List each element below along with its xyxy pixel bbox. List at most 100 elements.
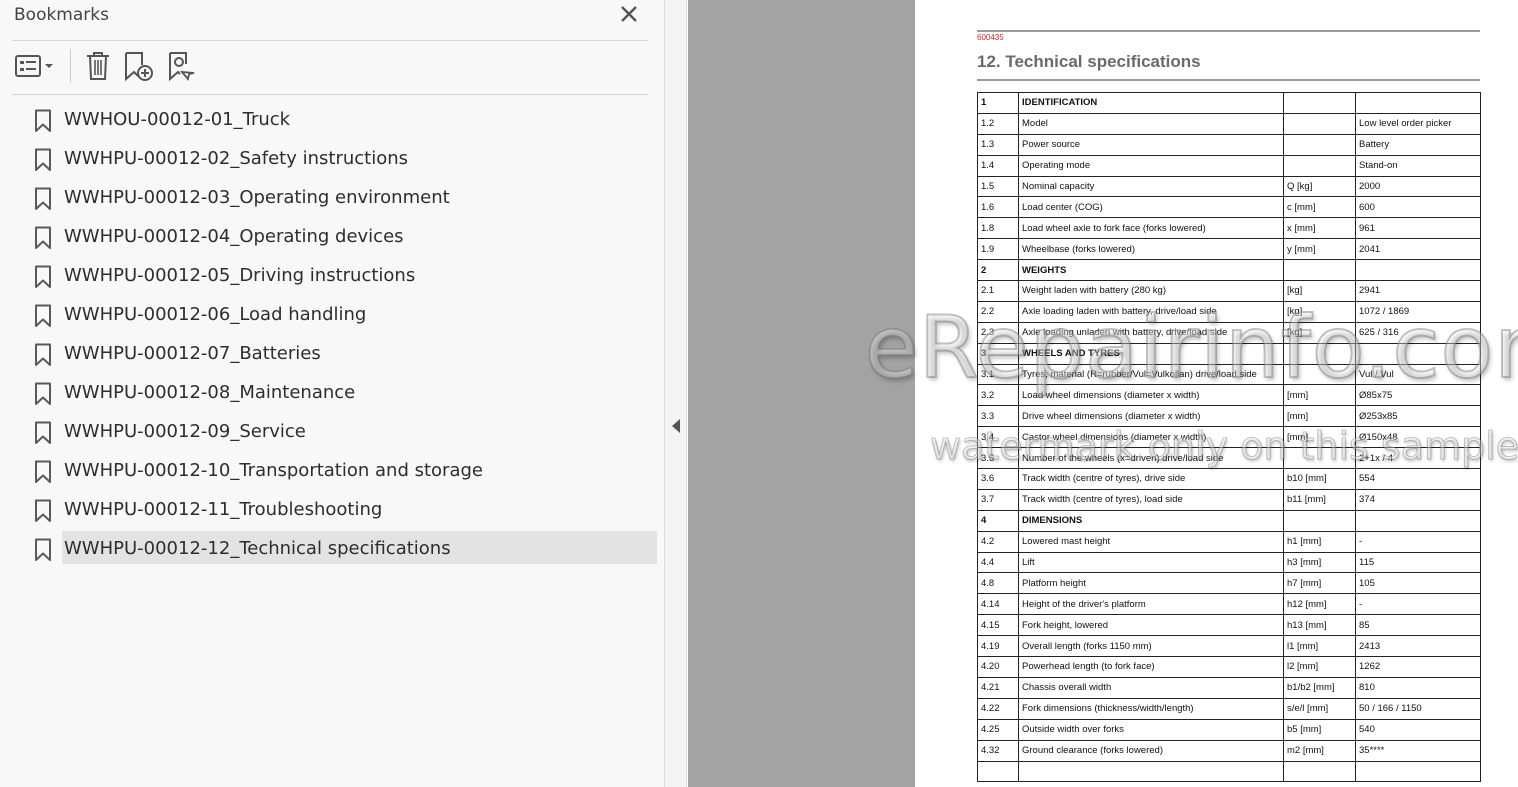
spec-row: 1.6 Load center (COG) c [mm] 600 bbox=[977, 196, 1481, 219]
bookmark-item[interactable]: WWHPU-00012-06_Load handling bbox=[0, 296, 665, 335]
spec-cell-desc: Power source bbox=[1018, 133, 1284, 156]
delete-bookmark-button[interactable] bbox=[83, 49, 113, 83]
spec-cell-no: 1.8 bbox=[977, 217, 1019, 240]
spec-cell-value: Ø85x75 bbox=[1355, 384, 1481, 407]
add-bookmark-button[interactable] bbox=[121, 49, 157, 83]
spec-cell-value bbox=[1355, 259, 1481, 282]
spec-cell-no: 1.3 bbox=[977, 133, 1019, 156]
bookmark-item[interactable]: WWHPU-00012-05_Driving instructions bbox=[0, 257, 665, 296]
spec-cell-unit: [mm] bbox=[1283, 426, 1356, 449]
document-page: 600435 12. Technical specifications 1 IDE… bbox=[915, 0, 1518, 787]
spec-cell-no: 4.20 bbox=[977, 656, 1019, 678]
spec-cell-no: 4.22 bbox=[977, 697, 1019, 720]
spec-cell-desc: Chassis overall width bbox=[1018, 676, 1284, 699]
spec-cell-no: 1.6 bbox=[977, 196, 1019, 219]
bookmark-label: WWHPU-00012-03_Operating environment bbox=[64, 187, 450, 208]
spec-cell-no: 3 bbox=[977, 342, 1019, 365]
spec-cell-unit: [kg] bbox=[1283, 300, 1356, 323]
bookmark-item[interactable]: WWHOU-00012-01_Truck bbox=[0, 101, 665, 140]
spec-cell-unit: [mm] bbox=[1283, 405, 1356, 428]
spec-cell-desc: Fork dimensions (thickness/width/length) bbox=[1018, 697, 1284, 720]
spec-cell-value: Ø253x85 bbox=[1355, 405, 1481, 428]
doc-top-rule bbox=[977, 30, 1480, 32]
spec-cell-no: 1.4 bbox=[977, 154, 1019, 177]
bookmark-item[interactable]: WWHPU-00012-09_Service bbox=[0, 413, 665, 452]
spec-row: 4.2 Lowered mast height h1 [mm] - bbox=[977, 530, 1481, 553]
spec-cell-desc: Drive wheel dimensions (diameter x width… bbox=[1018, 405, 1284, 428]
spec-cell-unit bbox=[1283, 447, 1356, 470]
spec-row: 4.8 Platform height h7 [mm] 105 bbox=[977, 572, 1481, 595]
spec-cell-value bbox=[1355, 342, 1481, 365]
spec-cell-value: Low level order picker bbox=[1355, 112, 1481, 135]
spec-cell-desc: WEIGHTS bbox=[1018, 259, 1284, 282]
spec-cell-desc: Lowered mast height bbox=[1018, 530, 1284, 553]
spec-cell-unit: c [mm] bbox=[1283, 196, 1356, 219]
bookmark-item[interactable]: WWHPU-00012-11_Troubleshooting bbox=[0, 491, 665, 530]
spec-cell-value: 600 bbox=[1355, 196, 1481, 219]
spec-row: 4.32 Ground clearance (forks lowered) m2 [… bbox=[977, 739, 1481, 762]
spec-cell-desc bbox=[1018, 760, 1284, 783]
bookmark-label: WWHPU-00012-05_Driving instructions bbox=[64, 265, 416, 286]
doc-heading: 12. Technical specifications bbox=[977, 52, 1201, 71]
close-panel-button[interactable] bbox=[617, 2, 641, 26]
spec-cell-desc: WHEELS AND TYRES bbox=[1018, 342, 1284, 365]
spec-cell-value: - bbox=[1355, 593, 1481, 616]
spec-cell-desc: Load wheel axle to fork face (forks lowe… bbox=[1018, 217, 1284, 240]
bookmark-item[interactable]: WWHPU-00012-08_Maintenance bbox=[0, 374, 665, 413]
spec-cell-no: 4.2 bbox=[977, 530, 1019, 553]
spec-cell-unit: h7 [mm] bbox=[1283, 572, 1356, 595]
bookmark-icon bbox=[35, 499, 51, 522]
spec-cell-unit bbox=[1283, 133, 1356, 156]
spec-row: 1.2 Model Low level order picker bbox=[977, 112, 1481, 135]
bookmark-item[interactable]: WWHPU-00012-07_Batteries bbox=[0, 335, 665, 374]
spec-cell-no: 3.5 bbox=[977, 447, 1019, 470]
spec-row: 4.4 Lift h3 [mm] 115 bbox=[977, 551, 1481, 574]
collapse-panel-icon[interactable] bbox=[672, 419, 680, 433]
bookmark-icon bbox=[35, 265, 51, 288]
spec-row: 3.1 Tyres, material (R=rubber/Vul=Vulkoll… bbox=[977, 363, 1481, 386]
bookmark-icon bbox=[35, 226, 51, 249]
bookmarks-toolbar bbox=[12, 47, 207, 85]
spec-row: 4.20 Powerhead length (to fork face) l2 [m… bbox=[977, 656, 1481, 678]
bookmark-label: WWHPU-00012-07_Batteries bbox=[64, 343, 321, 364]
bookmark-item[interactable]: WWHPU-00012-03_Operating environment bbox=[0, 179, 665, 218]
spec-cell-desc: Platform height bbox=[1018, 572, 1284, 595]
spec-cell-unit bbox=[1283, 112, 1356, 135]
spec-cell-unit: [mm] bbox=[1283, 384, 1356, 407]
bookmark-label: WWHPU-00012-04_Operating devices bbox=[64, 226, 404, 247]
bookmark-item[interactable]: WWHPU-00012-04_Operating devices bbox=[0, 218, 665, 257]
spec-cell-value: 961 bbox=[1355, 217, 1481, 240]
bookmark-item[interactable]: WWHPU-00012-10_Transportation and storag… bbox=[0, 452, 665, 491]
spec-cell-no: 4 bbox=[977, 509, 1019, 532]
options-menu-button[interactable] bbox=[12, 49, 56, 83]
spec-cell-desc: Ground clearance (forks lowered) bbox=[1018, 739, 1284, 762]
spec-cell-value: Battery bbox=[1355, 133, 1481, 156]
close-icon bbox=[621, 6, 637, 22]
spec-row: 3.7 Track width (centre of tyres), load s… bbox=[977, 488, 1481, 511]
spec-cell-unit: [kg] bbox=[1283, 280, 1356, 302]
spec-cell-value: 810 bbox=[1355, 676, 1481, 699]
bookmark-label: WWHPU-00012-09_Service bbox=[64, 421, 306, 442]
panel-splitter[interactable] bbox=[665, 0, 687, 787]
bookmark-item[interactable]: WWHPU-00012-12_Technical specifications bbox=[0, 530, 665, 569]
spec-cell-no: 4.25 bbox=[977, 718, 1019, 741]
spec-cell-value: Ø150x48 bbox=[1355, 426, 1481, 449]
spec-cell-unit bbox=[1283, 154, 1356, 177]
spec-cell-desc: Track width (centre of tyres), load side bbox=[1018, 488, 1284, 511]
spec-row: 1.5 Nominal capacity Q [kg] 2000 bbox=[977, 175, 1481, 198]
bookmark-icon bbox=[35, 109, 51, 132]
spec-cell-no: 3.2 bbox=[977, 384, 1019, 407]
bookmark-item[interactable]: WWHPU-00012-02_Safety instructions bbox=[0, 140, 665, 179]
list-options-icon bbox=[15, 55, 53, 77]
find-bookmark-button[interactable] bbox=[165, 49, 199, 83]
spec-cell-desc: Overall length (forks 1150 mm) bbox=[1018, 635, 1284, 658]
toolbar-divider bbox=[12, 94, 648, 95]
spec-cell-value: 35**** bbox=[1355, 739, 1481, 762]
spec-cell-no: 3.3 bbox=[977, 405, 1019, 428]
document-background bbox=[688, 0, 915, 787]
spec-cell-unit: y [mm] bbox=[1283, 238, 1356, 261]
spec-cell-no: 1.5 bbox=[977, 175, 1019, 198]
bookmark-icon bbox=[35, 343, 51, 366]
spec-row: 1.4 Operating mode Stand-on bbox=[977, 154, 1481, 177]
spec-cell-unit bbox=[1283, 259, 1356, 282]
